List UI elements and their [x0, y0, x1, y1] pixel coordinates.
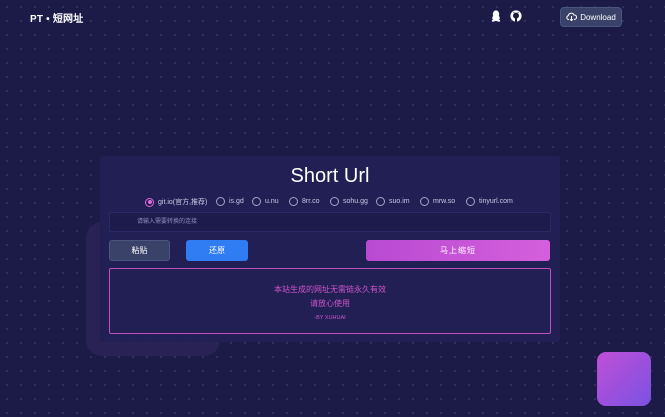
github-icon[interactable] — [510, 10, 522, 22]
shorten-button[interactable]: 马上缩短 — [366, 240, 550, 261]
service-radio-group: git.io(官方,推荐) is.gd u.nu 8rr.co sohu.gg … — [100, 197, 560, 209]
radio-sohu-gg[interactable]: sohu.gg — [330, 197, 368, 206]
floating-action-box[interactable] — [597, 352, 651, 406]
site-brand[interactable]: PT • 短网址 — [30, 10, 83, 25]
radio-u-nu[interactable]: u.nu — [252, 197, 279, 206]
restore-button[interactable]: 还原 — [186, 240, 248, 261]
radio-icon — [420, 197, 429, 206]
cloud-download-icon — [566, 12, 578, 23]
radio-8rr-co[interactable]: 8rr.co — [289, 197, 320, 206]
radio-icon — [376, 197, 385, 206]
radio-is-gd[interactable]: is.gd — [216, 197, 244, 206]
download-button[interactable]: Download — [560, 7, 622, 27]
radio-git-io[interactable]: git.io(官方,推荐) — [145, 197, 207, 207]
url-input[interactable] — [109, 212, 551, 232]
radio-mrw-so[interactable]: mrw.so — [420, 197, 455, 206]
radio-icon — [252, 197, 261, 206]
radio-icon — [216, 197, 225, 206]
page-title: Short Url — [290, 165, 370, 187]
radio-selected-icon — [145, 197, 154, 207]
download-label: Download — [580, 12, 616, 22]
result-message: 本站生成的网址无需链永久有效 — [274, 285, 386, 294]
radio-icon — [330, 197, 339, 206]
radio-suo-im[interactable]: suo.im — [376, 197, 410, 206]
radio-tinyurl-com[interactable]: tinyurl.com — [466, 197, 513, 206]
short-url-card: Short Url git.io(官方,推荐) is.gd u.nu 8rr.c… — [100, 156, 560, 342]
result-author: -BY XUHUAI — [314, 315, 346, 321]
radio-icon — [466, 197, 475, 206]
top-navbar: PT • 短网址 Download — [0, 0, 665, 34]
paste-button[interactable]: 粘贴 — [109, 240, 170, 261]
radio-icon — [289, 197, 298, 206]
result-box: 本站生成的网址无需链永久有效 请放心使用 -BY XUHUAI — [109, 268, 551, 334]
result-submessage: 请放心使用 — [310, 299, 350, 308]
qq-penguin-icon[interactable] — [490, 10, 502, 22]
